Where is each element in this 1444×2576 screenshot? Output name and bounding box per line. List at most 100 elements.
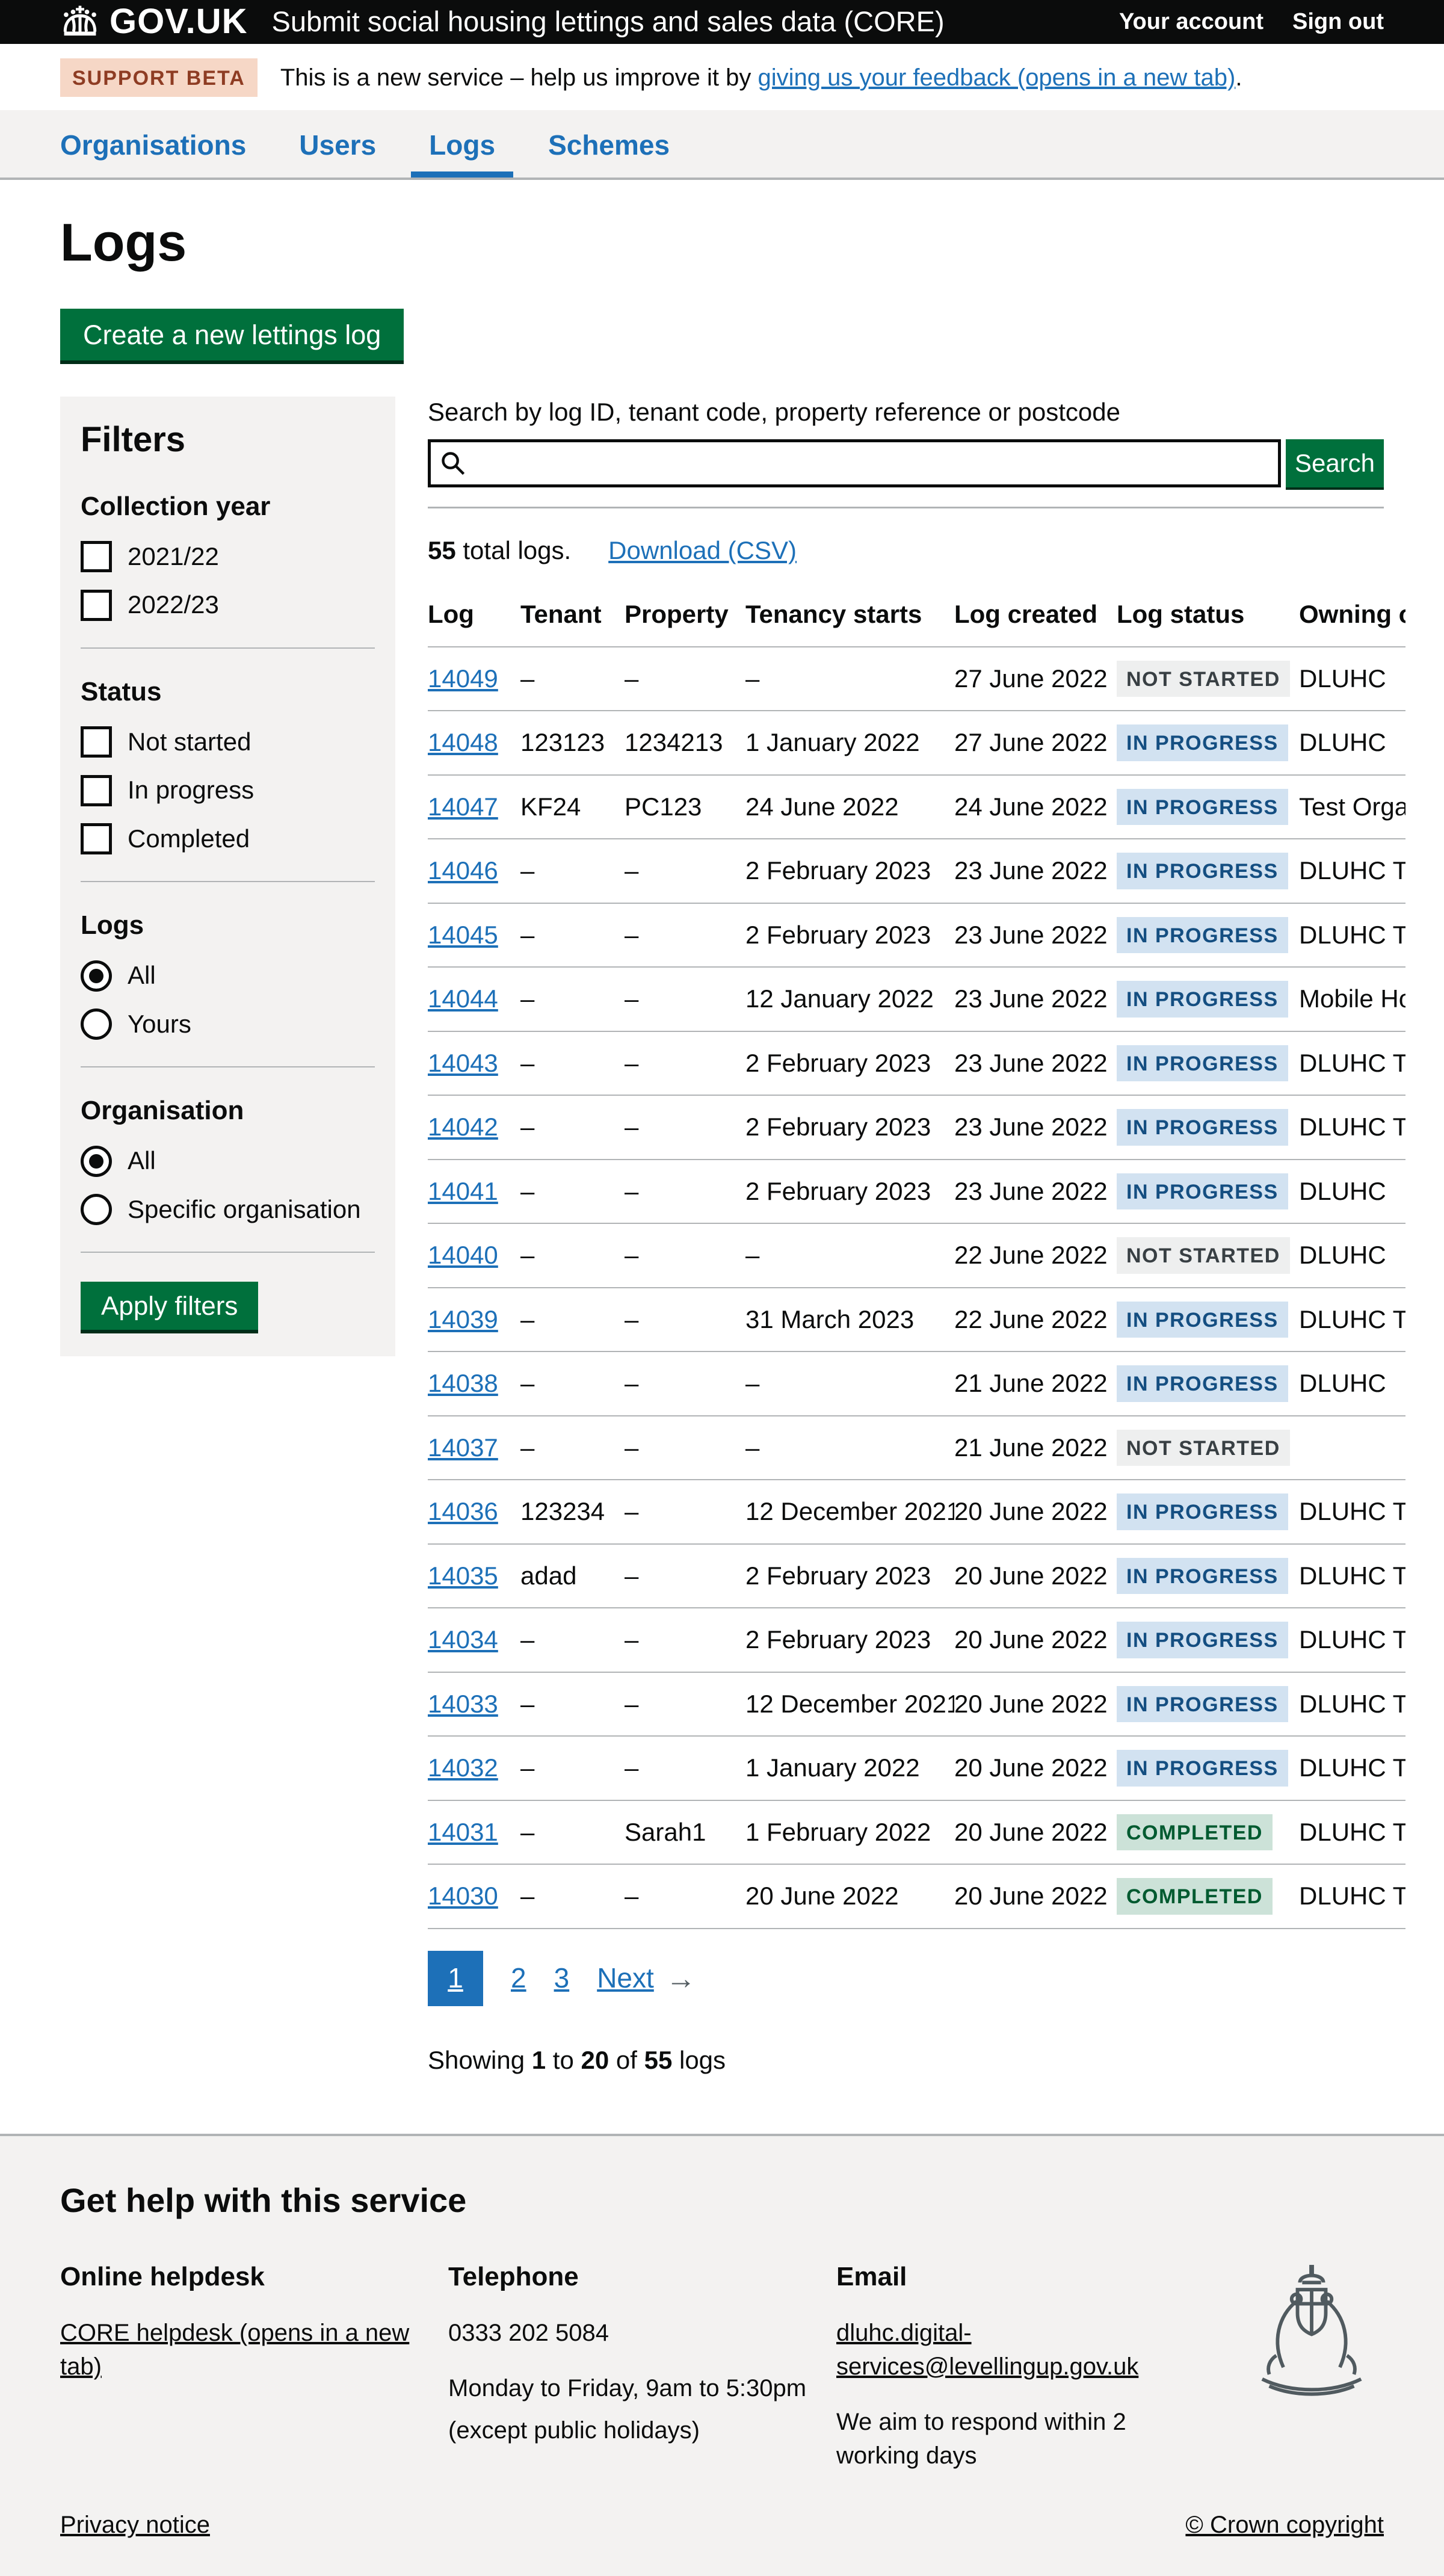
checkbox-box[interactable]: [81, 823, 112, 854]
nav-item-users[interactable]: Users: [281, 110, 394, 178]
status-badge: COMPLETED: [1117, 1814, 1273, 1851]
privacy-notice-link[interactable]: Privacy notice: [60, 2510, 210, 2540]
apply-filters-button[interactable]: Apply filters: [81, 1282, 258, 1330]
cell-log-created: 23 June 2022: [954, 967, 1117, 1031]
log-link[interactable]: 14041: [428, 1177, 498, 1205]
table-row: 14030––20 June 202220 June 2022COMPLETED…: [428, 1864, 1405, 1929]
cell-owning-organisation: DLUHC: [1299, 1223, 1405, 1288]
footer-item: 0333 202 5084: [448, 2316, 812, 2350]
log-link[interactable]: 14047: [428, 792, 498, 821]
log-link[interactable]: 14034: [428, 1625, 498, 1654]
log-link[interactable]: 14045: [428, 921, 498, 949]
search-label: Search by log ID, tenant code, property …: [428, 397, 1384, 428]
govuk-logo[interactable]: GOV.UK: [60, 0, 247, 44]
log-link[interactable]: 14032: [428, 1753, 498, 1782]
radio-circle[interactable]: [81, 960, 112, 992]
feedback-link[interactable]: giving us your feedback (opens in a new …: [758, 64, 1236, 91]
log-link[interactable]: 14037: [428, 1433, 498, 1462]
log-link[interactable]: 14046: [428, 856, 498, 885]
cell-property: 1234213: [625, 711, 745, 775]
service-name[interactable]: Submit social housing lettings and sales…: [271, 4, 944, 40]
total-count-number: 55: [428, 536, 456, 564]
cell-tenant: –: [520, 1736, 625, 1800]
filters-panel: Filters Collection year2021/222022/23Sta…: [60, 397, 395, 1356]
checkbox-status-in-progress[interactable]: In progress: [81, 774, 375, 806]
log-link[interactable]: 14044: [428, 984, 498, 1013]
cell-log-created: 23 June 2022: [954, 839, 1117, 903]
cell-tenant: –: [520, 1672, 625, 1737]
checkbox-box[interactable]: [81, 590, 112, 621]
radio-logs-all[interactable]: All: [81, 960, 375, 992]
pagination-page-3[interactable]: 3: [554, 1961, 570, 1996]
cell-property: –: [625, 1351, 745, 1416]
checkbox-box[interactable]: [81, 775, 112, 806]
cell-tenant: –: [520, 647, 625, 711]
log-link[interactable]: 14048: [428, 728, 498, 756]
table-row: 14033––12 December 202120 June 2022IN PR…: [428, 1672, 1405, 1737]
cell-tenant: –: [520, 839, 625, 903]
checkbox-collection-year-2022-23[interactable]: 2022/23: [81, 589, 375, 621]
status-badge: IN PROGRESS: [1117, 1493, 1288, 1530]
table-row: 14044––12 January 202223 June 2022IN PRO…: [428, 967, 1405, 1031]
filter-group-label: Logs: [81, 909, 375, 942]
radio-organisation-all[interactable]: All: [81, 1145, 375, 1177]
log-link[interactable]: 14038: [428, 1369, 498, 1397]
pagination-page-current[interactable]: 1: [428, 1951, 483, 2006]
your-account-link[interactable]: Your account: [1119, 8, 1264, 37]
nav-item-logs[interactable]: Logs: [411, 110, 513, 178]
cell-tenant: –: [520, 1031, 625, 1096]
crown-copyright-link[interactable]: © Crown copyright: [1185, 2510, 1384, 2540]
footer-item-link[interactable]: CORE helpdesk (opens in a new tab): [60, 2320, 409, 2380]
log-link[interactable]: 14040: [428, 1241, 498, 1269]
search-input[interactable]: [428, 439, 1281, 487]
checkbox-collection-year-2021-22[interactable]: 2021/22: [81, 541, 375, 573]
cell-log-created: 20 June 2022: [954, 1672, 1117, 1737]
log-link[interactable]: 14033: [428, 1690, 498, 1718]
radio-logs-yours[interactable]: Yours: [81, 1008, 375, 1040]
cell-tenant: –: [520, 1864, 625, 1929]
cell-log-created: 20 June 2022: [954, 1608, 1117, 1672]
status-badge: IN PROGRESS: [1117, 1045, 1288, 1082]
nav-item-organisations[interactable]: Organisations: [42, 110, 264, 178]
log-link[interactable]: 14035: [428, 1561, 498, 1590]
cell-log-status: IN PROGRESS: [1117, 1160, 1299, 1224]
download-csv-link[interactable]: Download (CSV): [608, 535, 797, 567]
log-link[interactable]: 14030: [428, 1882, 498, 1910]
pagination-page-2[interactable]: 2: [511, 1961, 526, 1996]
radio-organisation-specific-organisation[interactable]: Specific organisation: [81, 1194, 375, 1226]
footer-column-email: Emaildluhc.digital-services@levellingup.…: [836, 2260, 1224, 2481]
cell-tenant: 123123: [520, 711, 625, 775]
cell-owning-organisation: DLUHC Test: [1299, 1480, 1405, 1544]
table-row: 14045––2 February 202323 June 2022IN PRO…: [428, 903, 1405, 968]
create-lettings-log-button[interactable]: Create a new lettings log: [60, 309, 404, 360]
log-link[interactable]: 14049: [428, 664, 498, 693]
search-button[interactable]: Search: [1286, 439, 1384, 487]
cell-log: 14044: [428, 967, 520, 1031]
pagination-next-link[interactable]: Next: [597, 1961, 654, 1996]
checkbox-status-completed[interactable]: Completed: [81, 823, 375, 855]
radio-circle[interactable]: [81, 1008, 112, 1040]
nav-item-schemes[interactable]: Schemes: [530, 110, 688, 178]
checkbox-status-not-started[interactable]: Not started: [81, 726, 375, 758]
cell-log-created: 27 June 2022: [954, 647, 1117, 711]
cell-log-created: 24 June 2022: [954, 775, 1117, 839]
sign-out-link[interactable]: Sign out: [1292, 8, 1384, 37]
log-link[interactable]: 14042: [428, 1113, 498, 1141]
cell-tenancy-starts: 2 February 2023: [745, 839, 954, 903]
radio-circle[interactable]: [81, 1194, 112, 1225]
log-link[interactable]: 14043: [428, 1049, 498, 1077]
cell-owning-organisation: DLUHC Test: [1299, 839, 1405, 903]
filters-groups: Collection year2021/222022/23StatusNot s…: [81, 490, 375, 1253]
footer-column-title: Online helpdesk: [60, 2260, 424, 2293]
radio-circle[interactable]: [81, 1146, 112, 1177]
cell-tenancy-starts: 2 February 2023: [745, 1544, 954, 1608]
checkbox-box[interactable]: [81, 541, 112, 572]
cell-owning-organisation: DLUHC: [1299, 711, 1405, 775]
footer-item-link[interactable]: dluhc.digital-services@levellingup.gov.u…: [836, 2320, 1138, 2380]
log-link[interactable]: 14036: [428, 1497, 498, 1525]
log-link[interactable]: 14039: [428, 1305, 498, 1333]
cell-owning-organisation: DLUHC Test: [1299, 1095, 1405, 1160]
checkbox-box[interactable]: [81, 726, 112, 758]
cell-property: –: [625, 1544, 745, 1608]
log-link[interactable]: 14031: [428, 1818, 498, 1846]
